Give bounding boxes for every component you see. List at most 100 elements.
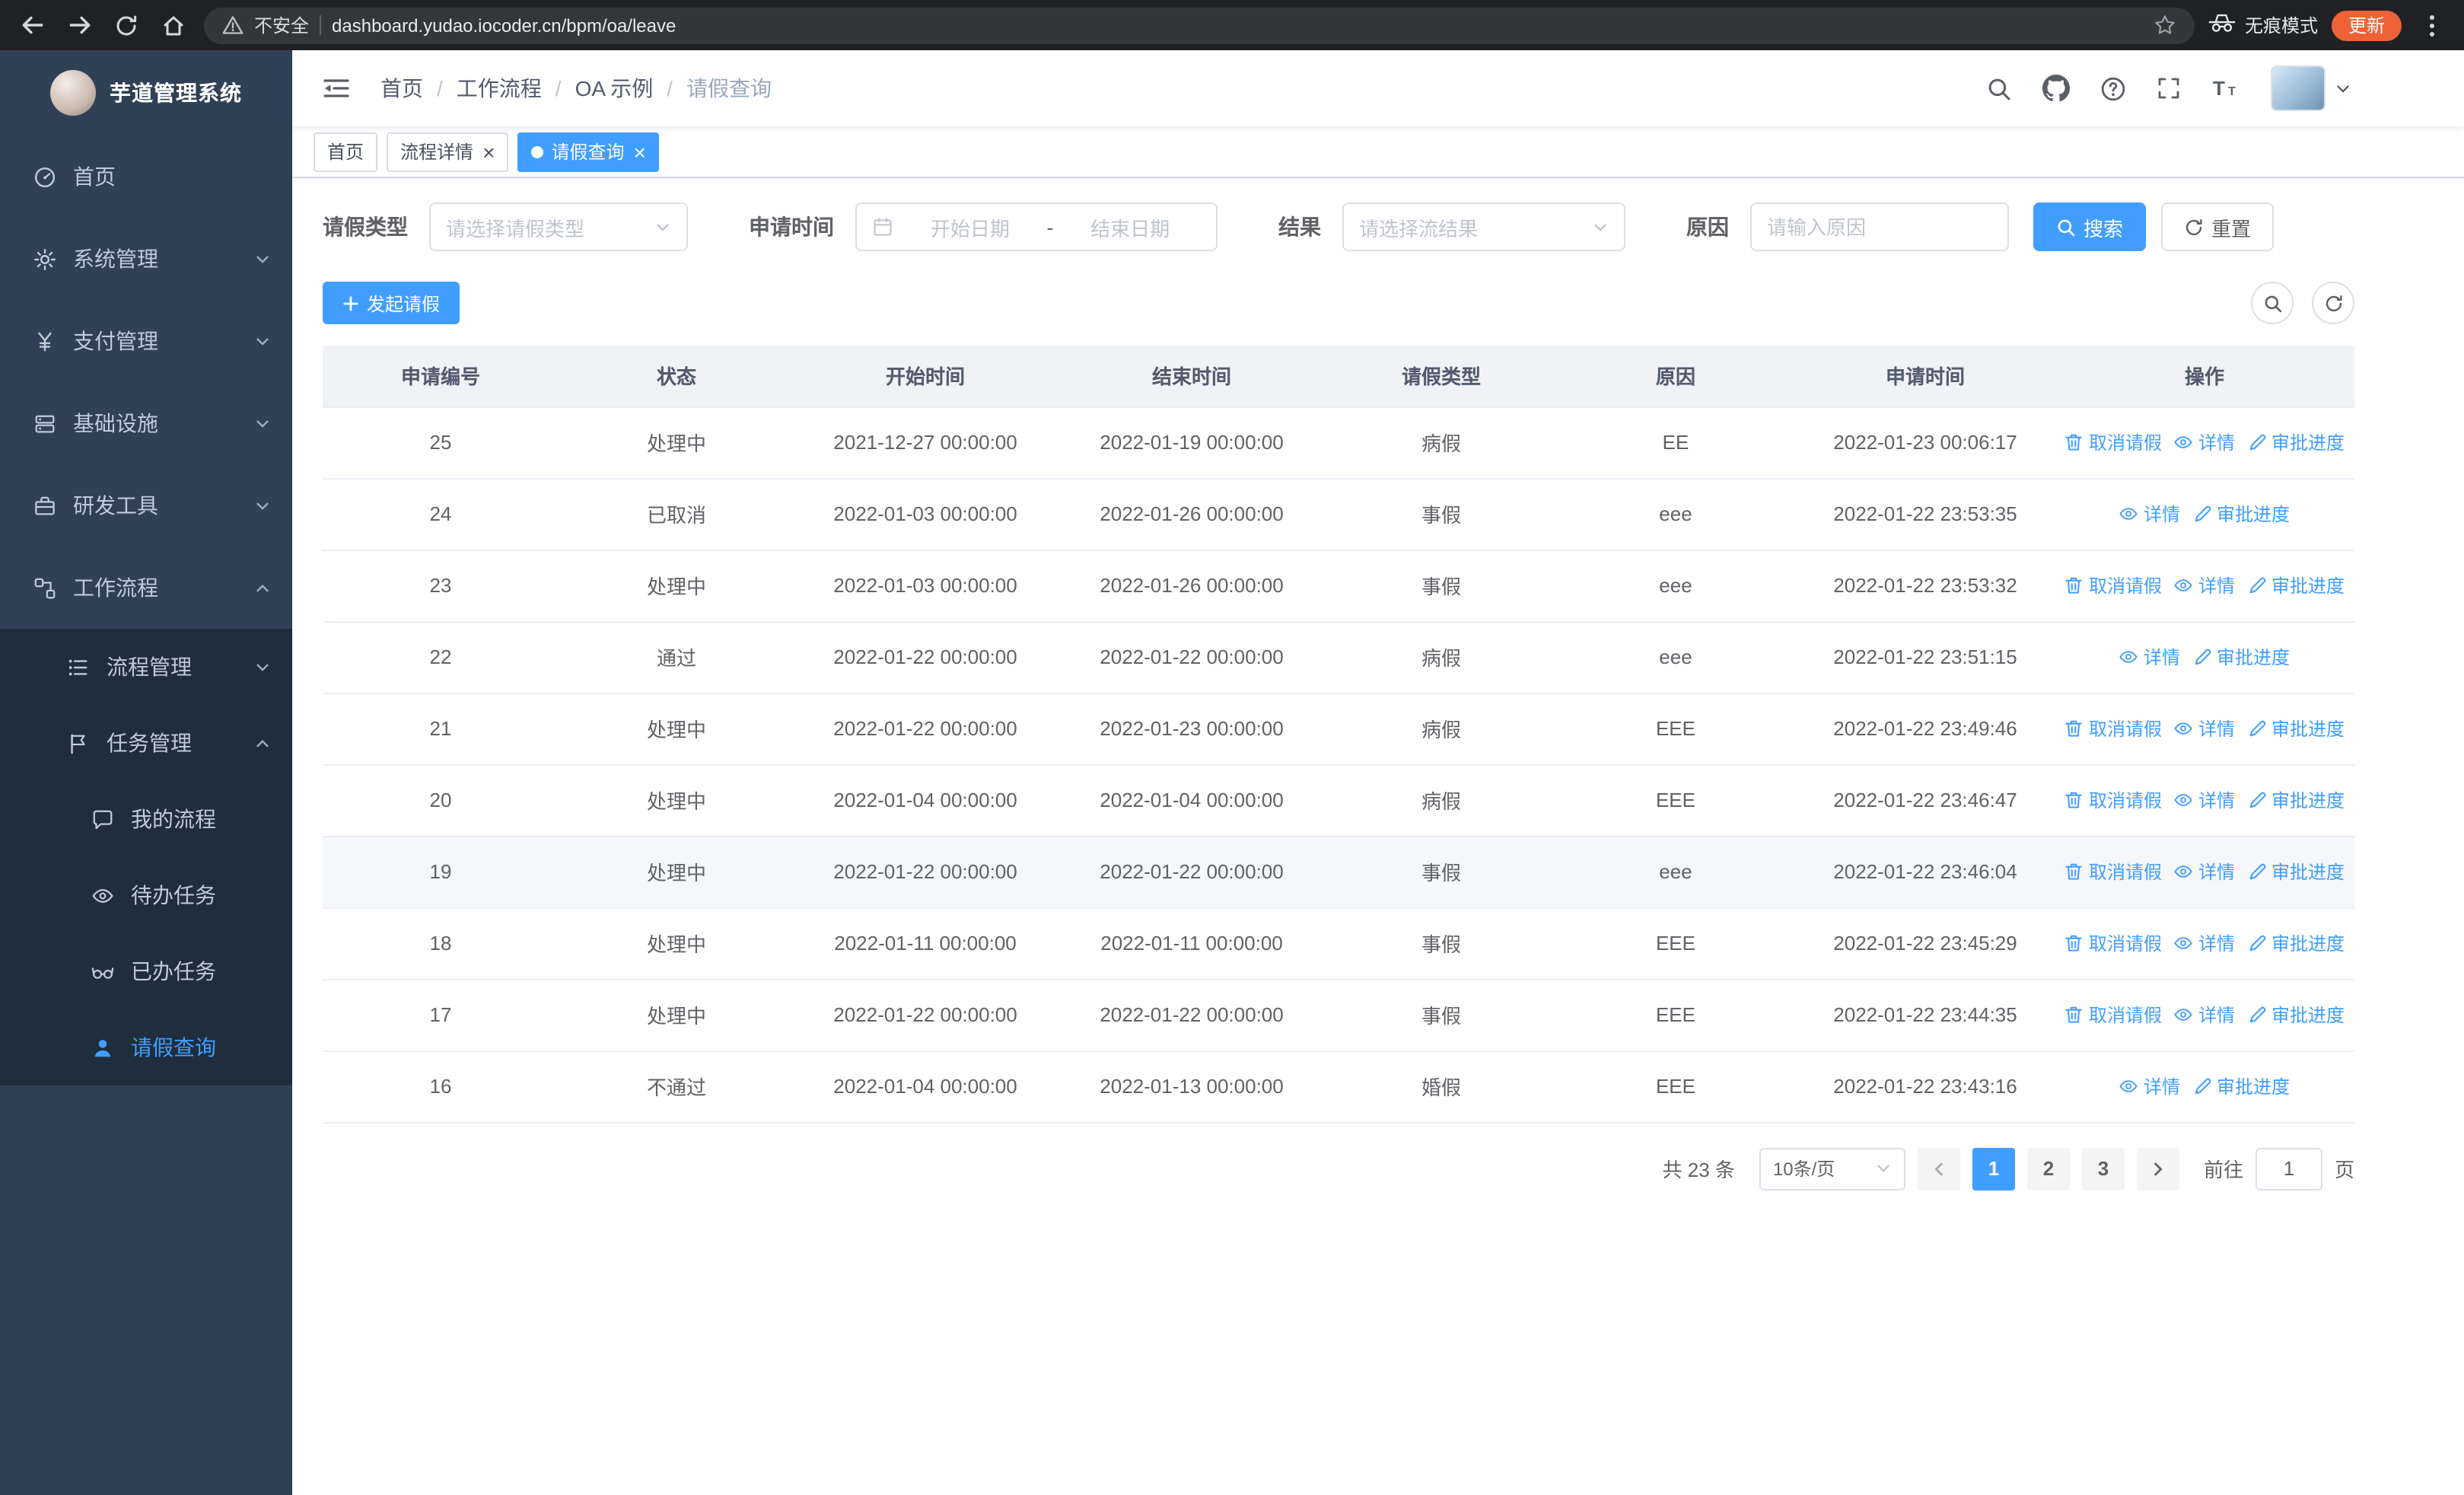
reset-button[interactable]: 重置 [2161, 202, 2275, 251]
forward-icon[interactable] [62, 8, 96, 42]
server-icon [30, 412, 58, 435]
cell-applied: 2022-01-22 23:53:32 [1796, 550, 2055, 622]
app-logo[interactable]: 芋道管理系统 [0, 50, 292, 135]
progress-action-link[interactable]: 审批进度 [2247, 929, 2345, 955]
page-button-1[interactable]: 1 [1972, 1147, 2015, 1190]
cancel-action-link[interactable]: 取消请假 [2064, 929, 2162, 955]
detail-action-link[interactable]: 详情 [2174, 1001, 2235, 1027]
progress-icon [2247, 861, 2267, 881]
progress-action-link[interactable]: 审批进度 [2247, 429, 2345, 454]
prev-page-button[interactable] [1917, 1147, 1960, 1190]
page-button-3[interactable]: 3 [2081, 1147, 2125, 1190]
sidebar-fold-icon[interactable] [314, 76, 359, 100]
cell-id: 21 [323, 693, 559, 765]
cell-id: 17 [323, 979, 559, 1051]
refresh-table-icon[interactable] [2312, 282, 2354, 324]
detail-action-link[interactable]: 详情 [2174, 572, 2235, 598]
sidebar-item-todo-tasks[interactable]: 待办任务 [0, 857, 292, 933]
address-bar[interactable]: 不安全 dashboard.yudao.iocoder.cn/bpm/oa/le… [204, 7, 2195, 43]
reload-icon[interactable] [110, 8, 143, 42]
progress-action-link[interactable]: 审批进度 [2192, 1073, 2290, 1098]
detail-action-link[interactable]: 详情 [2174, 429, 2235, 454]
sidebar-item-home[interactable]: 首页 [0, 135, 292, 218]
browser-update-button[interactable]: 更新 [2331, 10, 2402, 40]
cancel-action-link[interactable]: 取消请假 [2064, 858, 2162, 884]
sidebar-item-payment-management[interactable]: 支付管理 [0, 300, 292, 382]
progress-action-link[interactable]: 审批进度 [2247, 786, 2345, 812]
progress-action-link[interactable]: 审批进度 [2192, 500, 2290, 526]
sidebar-item-leave-query[interactable]: 请假查询 [0, 1009, 292, 1085]
cancel-action-link[interactable]: 取消请假 [2064, 715, 2162, 741]
detail-action-link[interactable]: 详情 [2119, 1073, 2180, 1098]
progress-action-link[interactable]: 审批进度 [2247, 1001, 2345, 1027]
back-icon[interactable] [15, 8, 49, 42]
leave-type-select[interactable]: 请选择请假类型 [429, 202, 688, 251]
close-icon[interactable]: × [482, 141, 495, 162]
goto-page-input[interactable] [2255, 1147, 2322, 1190]
user-avatar-menu[interactable] [2271, 65, 2351, 111]
tab-leave-query[interactable]: 请假查询 × [517, 132, 660, 171]
progress-action-link[interactable]: 审批进度 [2247, 572, 2345, 598]
security-label[interactable]: 不安全 [254, 12, 309, 38]
app-title: 芋道管理系统 [110, 81, 242, 105]
sidebar-item-task-management[interactable]: 任务管理 [0, 705, 292, 781]
search-icon[interactable] [1986, 75, 2012, 101]
breadcrumb-item[interactable]: 首页 [380, 73, 423, 104]
cell-applied: 2022-01-22 23:43:16 [1796, 1050, 2055, 1123]
url-text[interactable]: dashboard.yudao.iocoder.cn/bpm/oa/leave [332, 14, 676, 36]
reason-input[interactable] [1767, 215, 1992, 238]
font-size-icon[interactable]: TT [2211, 76, 2240, 100]
fullscreen-icon[interactable] [2157, 76, 2181, 100]
browser-menu-icon[interactable] [2415, 8, 2449, 42]
detail-action-link[interactable]: 详情 [2174, 858, 2235, 884]
sidebar-item-infrastructure[interactable]: 基础设施 [0, 382, 292, 464]
breadcrumb-item[interactable]: 工作流程 [457, 73, 542, 104]
tab-process-detail[interactable]: 流程详情 × [387, 132, 509, 171]
next-page-button[interactable] [2136, 1147, 2179, 1190]
detail-action-link[interactable]: 详情 [2174, 786, 2235, 812]
bookmark-star-icon[interactable] [2154, 14, 2176, 37]
result-select[interactable]: 请选择流结果 [1342, 202, 1625, 251]
cell-start: 2022-01-22 00:00:00 [794, 979, 1056, 1051]
progress-action-link[interactable]: 审批进度 [2247, 715, 2345, 741]
sidebar-item-done-tasks[interactable]: 已办任务 [0, 933, 292, 1009]
github-icon[interactable] [2042, 75, 2070, 102]
progress-icon [2192, 646, 2212, 666]
progress-action-label: 审批进度 [2217, 646, 2291, 668]
progress-action-link[interactable]: 审批进度 [2192, 643, 2290, 669]
sidebar-item-my-process[interactable]: 我的流程 [0, 781, 292, 857]
sidebar-item-system-management[interactable]: 系统管理 [0, 218, 292, 300]
progress-action-link[interactable]: 审批进度 [2247, 858, 2345, 884]
sidebar-item-process-management[interactable]: 流程管理 [0, 629, 292, 705]
chat-icon [88, 808, 116, 830]
tab-home[interactable]: 首页 [314, 132, 378, 171]
cancel-icon [2064, 1004, 2084, 1024]
detail-action-link[interactable]: 详情 [2119, 643, 2180, 669]
sidebar-item-workflow[interactable]: 工作流程 [0, 547, 292, 629]
cancel-action-link[interactable]: 取消请假 [2064, 786, 2162, 812]
cancel-action-link[interactable]: 取消请假 [2064, 572, 2162, 598]
help-icon[interactable] [2100, 75, 2126, 101]
detail-action-link[interactable]: 详情 [2119, 500, 2180, 526]
detail-action-link[interactable]: 详情 [2174, 715, 2235, 741]
cell-status: 不通过 [559, 1050, 794, 1123]
cancel-action-link[interactable]: 取消请假 [2064, 1001, 2162, 1027]
cell-type: 事假 [1327, 836, 1555, 908]
close-icon[interactable]: × [633, 141, 645, 162]
home-icon[interactable] [157, 8, 190, 42]
toggle-search-icon[interactable] [2251, 282, 2294, 324]
detail-icon [2119, 646, 2139, 666]
sidebar-item-dev-tools[interactable]: 研发工具 [0, 464, 292, 547]
page-size-select[interactable]: 10条/页 [1759, 1147, 1905, 1190]
cancel-action-link[interactable]: 取消请假 [2064, 429, 2162, 454]
detail-action-link[interactable]: 详情 [2174, 929, 2235, 955]
eye-icon [88, 884, 116, 907]
page-button-2[interactable]: 2 [2026, 1147, 2070, 1190]
search-button[interactable]: 搜索 [2033, 202, 2147, 251]
cell-end: 2022-01-13 00:00:00 [1056, 1050, 1327, 1123]
breadcrumb-separator: / [667, 76, 673, 100]
breadcrumb-item[interactable]: OA 示例 [575, 73, 654, 104]
cell-applied: 2022-01-22 23:49:46 [1796, 693, 2055, 765]
create-leave-button[interactable]: 发起请假 [323, 282, 460, 324]
apply-time-range-picker[interactable]: 开始日期 - 结束日期 [855, 202, 1218, 251]
